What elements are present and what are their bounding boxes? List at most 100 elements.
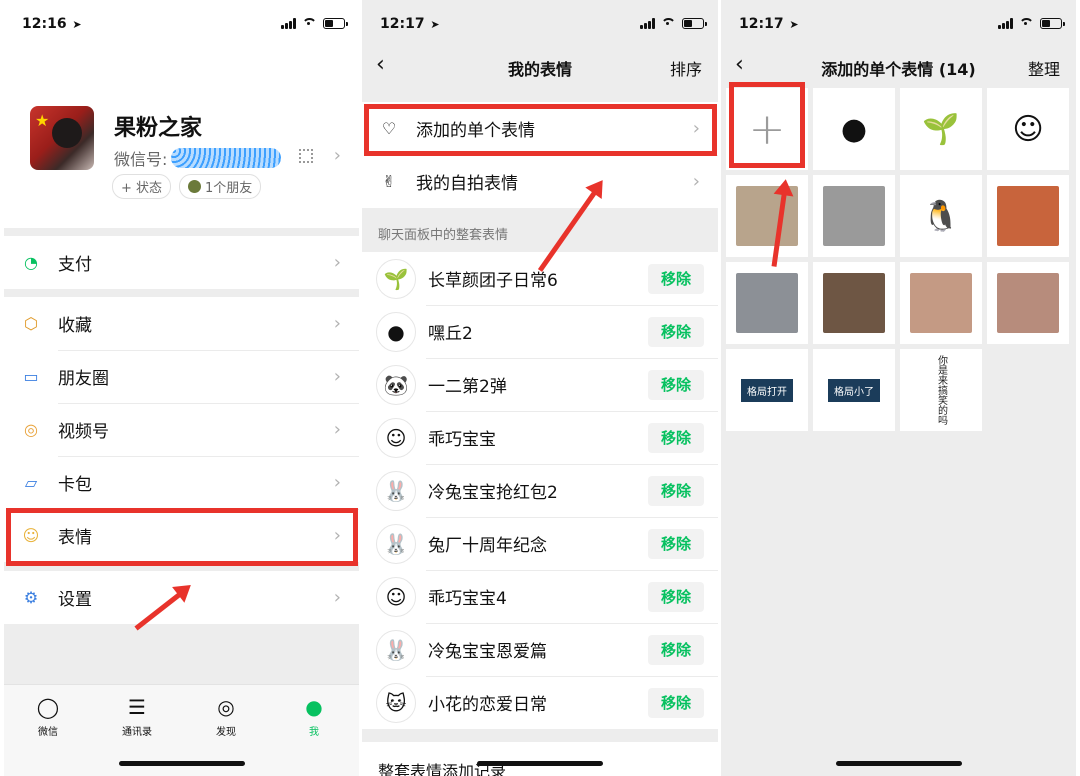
sticker-image bbox=[997, 186, 1059, 246]
remove-button[interactable]: 移除 bbox=[648, 263, 704, 294]
organize-button[interactable]: 整理 bbox=[1028, 56, 1060, 80]
sticker-cell[interactable]: ☺ bbox=[987, 88, 1069, 170]
chevron-right-icon: › bbox=[333, 472, 341, 493]
signal-icon bbox=[998, 18, 1013, 29]
sticker-cell[interactable]: ● bbox=[813, 88, 895, 170]
chevron-right-icon: › bbox=[333, 366, 341, 387]
wifi-icon bbox=[302, 18, 317, 29]
peace-hand-icon: ✌ bbox=[382, 172, 396, 191]
sticker-cell[interactable]: 你是来搞笑的吗 bbox=[900, 349, 982, 431]
list-item: 🐱 小花的恋爱日常 移除 bbox=[362, 676, 718, 729]
selfie-stickers-row[interactable]: ✌ 我的自拍表情 › bbox=[362, 155, 718, 208]
highlight-box bbox=[729, 82, 805, 168]
profile-header[interactable]: 12:16 ➤ ★ 果粉之家 微信号: › + 状态 1个朋友 bbox=[4, 0, 359, 228]
chevron-right-icon: › bbox=[333, 313, 341, 334]
menu-item-channels[interactable]: ◎ 视频号 › bbox=[4, 403, 359, 456]
menu-item-pay[interactable]: ◔ 支付 › bbox=[4, 236, 359, 289]
sticker-pack-list: 🌱 长草颜团子日常6 移除 ● 嘿丘2 移除 🐼 一二第2弹 移除 ☺ 乖巧宝宝 移除 🐰 冷兔宝… bbox=[362, 252, 718, 729]
star-icon: ★ bbox=[35, 111, 50, 130]
sticker-cell[interactable]: 🐧 bbox=[900, 175, 982, 257]
compass-icon: ◎ bbox=[217, 695, 235, 719]
remove-button[interactable]: 移除 bbox=[648, 316, 704, 347]
sticker-cell[interactable] bbox=[987, 175, 1069, 257]
sticker-cell[interactable]: 格局小了 bbox=[813, 349, 895, 431]
remove-button[interactable]: 移除 bbox=[648, 369, 704, 400]
status-chip[interactable]: + 状态 bbox=[112, 174, 172, 199]
friend-avatar bbox=[188, 180, 202, 193]
page-title: 我的表情 bbox=[507, 60, 572, 79]
home-indicator bbox=[477, 761, 603, 766]
remove-button[interactable]: 移除 bbox=[648, 634, 704, 665]
sticker-image bbox=[823, 273, 885, 333]
nickname: 果粉之家 bbox=[114, 116, 203, 141]
page-title: 添加的单个表情 (14) bbox=[821, 60, 976, 79]
sticker-cell[interactable] bbox=[726, 175, 808, 257]
list-item: 🐰 冷兔宝宝恩爱篇 移除 bbox=[362, 623, 718, 676]
sticker-emoji: ● bbox=[840, 111, 868, 147]
sticker-cell[interactable]: 🌱 bbox=[900, 88, 982, 170]
remove-button[interactable]: 移除 bbox=[648, 422, 704, 453]
pack-thumbnail: 🐰 bbox=[376, 629, 416, 670]
pack-thumbnail: ● bbox=[376, 311, 416, 352]
list-item: 🐰 冷兔宝宝抢红包2 移除 bbox=[362, 464, 718, 517]
gear-icon: ⚙ bbox=[23, 588, 39, 607]
menu-item-cards[interactable]: ▱ 卡包 › bbox=[4, 456, 359, 509]
pay-icon: ◔ bbox=[24, 253, 38, 272]
chevron-right-icon: › bbox=[333, 419, 341, 440]
remove-button[interactable]: 移除 bbox=[648, 687, 704, 718]
sticker-cell[interactable] bbox=[813, 262, 895, 344]
sticker-cell[interactable] bbox=[726, 262, 808, 344]
sticker-cell[interactable] bbox=[900, 262, 982, 344]
list-item: 🐰 兔厂十周年纪念 移除 bbox=[362, 517, 718, 570]
status-time: 12:16 bbox=[22, 16, 67, 32]
sticker-emoji: 🌱 bbox=[922, 111, 960, 147]
sticker-image bbox=[910, 273, 972, 333]
pack-thumbnail: 🐰 bbox=[376, 523, 416, 564]
sticker-cell[interactable] bbox=[987, 262, 1069, 344]
pack-thumbnail: 🐱 bbox=[376, 682, 416, 723]
remove-button[interactable]: 移除 bbox=[648, 581, 704, 612]
menu-item-favorites[interactable]: ⬡ 收藏 › bbox=[4, 297, 359, 350]
highlight-box bbox=[6, 508, 358, 566]
sticker-cell[interactable] bbox=[813, 175, 895, 257]
wxid-label: 微信号: bbox=[114, 150, 168, 169]
sticker-image bbox=[823, 186, 885, 246]
wxid-redacted bbox=[171, 148, 282, 168]
remove-button[interactable]: 移除 bbox=[648, 475, 704, 506]
location-icon: ➤ bbox=[426, 18, 440, 31]
sticker-caption: 你是来搞笑的吗 bbox=[935, 355, 947, 425]
pack-thumbnail: 🌱 bbox=[376, 258, 416, 299]
signal-icon bbox=[281, 18, 296, 29]
chat-icon: ◯ bbox=[36, 695, 60, 719]
chevron-right-icon: › bbox=[333, 252, 341, 273]
menu-item-moments[interactable]: ▭ 朋友圈 › bbox=[4, 350, 359, 403]
remove-button[interactable]: 移除 bbox=[648, 528, 704, 559]
sort-button[interactable]: 排序 bbox=[670, 56, 702, 80]
tab-me[interactable]: ● 我 bbox=[284, 695, 344, 738]
menu-group-pay: ◔ 支付 › bbox=[4, 236, 359, 289]
home-indicator bbox=[118, 761, 245, 766]
card-icon: ▱ bbox=[24, 473, 38, 492]
sticker-caption: 格局小了 bbox=[828, 378, 880, 402]
sticker-cell[interactable]: 格局打开 bbox=[726, 349, 808, 431]
pack-history-row[interactable]: 整套表情添加记录 bbox=[362, 742, 718, 776]
wifi-icon bbox=[1019, 18, 1034, 29]
tab-chats[interactable]: ◯ 微信 bbox=[18, 695, 78, 738]
nav-bar: ‹ 我的表情 排序 bbox=[362, 42, 718, 90]
list-item: ☺ 乖巧宝宝 移除 bbox=[362, 411, 718, 464]
qr-code-icon[interactable] bbox=[299, 149, 313, 163]
person-icon: ● bbox=[305, 695, 323, 719]
pack-thumbnail: 🐰 bbox=[376, 470, 416, 511]
my-stickers-screen: 12:17 ➤ ‹ 我的表情 排序 ♡ 添加的单个表情 › ✌ 我的自拍表情 ›… bbox=[362, 0, 718, 776]
friends-chip[interactable]: 1个朋友 bbox=[179, 174, 262, 199]
avatar[interactable]: ★ bbox=[30, 106, 94, 170]
tab-contacts[interactable]: ☰ 通讯录 bbox=[107, 695, 167, 738]
chevron-right-icon: › bbox=[333, 587, 341, 608]
pack-thumbnail: ☺ bbox=[376, 417, 416, 458]
tab-discover[interactable]: ◎ 发现 bbox=[196, 695, 256, 738]
list-item: 🐼 一二第2弹 移除 bbox=[362, 358, 718, 411]
location-icon: ➤ bbox=[68, 18, 82, 31]
play-icon: ◎ bbox=[24, 420, 38, 439]
battery-icon bbox=[1040, 18, 1065, 29]
battery-icon bbox=[323, 18, 348, 29]
